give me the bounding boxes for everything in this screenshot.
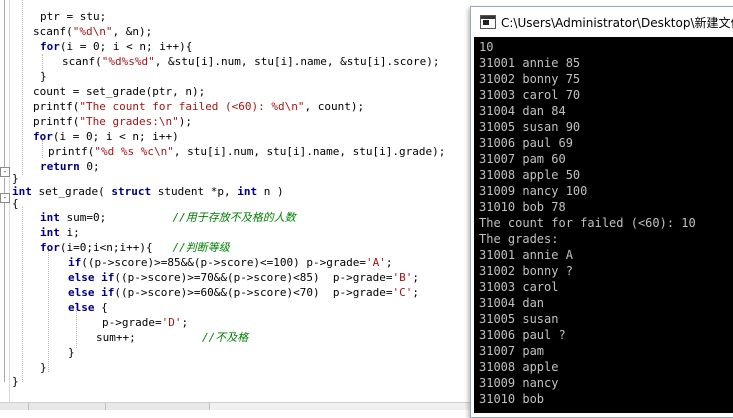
console-line: 31008 apple 50 bbox=[479, 168, 581, 182]
code-line[interactable]: for(i = 0; i < n; i++) bbox=[33, 129, 179, 144]
code-line[interactable]: { bbox=[12, 196, 19, 211]
indent-guide bbox=[22, 207, 23, 382]
fold-marker-icon[interactable]: - bbox=[0, 167, 10, 177]
code-line[interactable]: for(i = 0; i < n; i++){ bbox=[40, 39, 192, 54]
code-line[interactable]: } bbox=[40, 360, 47, 375]
code-line[interactable]: int i; bbox=[40, 225, 80, 240]
code-line[interactable]: int sum=0; //用于存放不及格的人数 bbox=[40, 210, 296, 225]
fold-marker-icon[interactable]: - bbox=[0, 193, 10, 203]
editor-gutter: - - bbox=[0, 0, 10, 402]
code-line[interactable]: printf("The grades:\n"); bbox=[33, 114, 192, 129]
console-app-icon bbox=[480, 15, 496, 29]
console-line: 31003 carol 70 bbox=[479, 88, 581, 102]
console-line: 31001 annie 85 bbox=[479, 56, 581, 70]
code-line[interactable]: printf("%d %s %c\n", stu[i].num, stu[i].… bbox=[48, 144, 445, 159]
indent-guide bbox=[22, 0, 23, 175]
console-titlebar[interactable]: C:\Users\Administrator\Desktop\新建文件 bbox=[471, 7, 733, 37]
fold-guide bbox=[4, 0, 5, 172]
editor-tab[interactable] bbox=[29, 403, 106, 410]
console-line: 31009 nancy 100 bbox=[479, 184, 588, 198]
console-line: 31010 bob 78 bbox=[479, 200, 566, 214]
editor-horizontal-scrollbar[interactable] bbox=[0, 402, 470, 410]
console-line: 31004 dan 84 bbox=[479, 104, 566, 118]
console-line: 31002 bonny ? bbox=[479, 264, 573, 278]
indent-guide bbox=[48, 250, 49, 372]
code-line[interactable]: printf("The count for failed (<60): %d\n… bbox=[33, 99, 364, 114]
code-line[interactable]: for(i=0;i<n;i++){ //判断等级 bbox=[40, 240, 230, 255]
console-line: 31008 apple bbox=[479, 360, 559, 374]
code-line[interactable]: scanf("%d\n", &n); bbox=[33, 24, 152, 39]
code-line[interactable]: scanf("%d%s%d", &stu[i].num, stu[i].name… bbox=[62, 54, 440, 69]
code-line[interactable]: else if((p->score)>=60&&(p->score)<70) p… bbox=[68, 285, 419, 300]
console-line: 31003 carol bbox=[479, 280, 559, 294]
console-line: 31007 pam 60 bbox=[479, 152, 566, 166]
console-line: The count for failed (<60): 10 bbox=[479, 216, 696, 230]
code-line[interactable]: } bbox=[68, 345, 75, 360]
code-line[interactable]: } bbox=[40, 69, 47, 84]
console-line: 31006 paul 69 bbox=[479, 136, 573, 150]
code-line[interactable]: else if((p->score)>=70&&(p->score)<85) p… bbox=[68, 270, 419, 285]
code-line[interactable]: count = set_grade(ptr, n); bbox=[33, 84, 205, 99]
console-line: 31009 nancy bbox=[479, 376, 559, 390]
code-line[interactable]: return 0; bbox=[40, 159, 100, 174]
console-line: 31006 paul ? bbox=[479, 328, 566, 342]
code-editor[interactable]: - - ptr = stu; scanf("%d\n", &n); for(i = … bbox=[0, 0, 470, 410]
console-line: The grades: bbox=[479, 232, 559, 246]
editor-tab[interactable] bbox=[0, 403, 29, 410]
console-window[interactable]: C:\Users\Administrator\Desktop\新建文件 10 31… bbox=[470, 6, 733, 418]
console-line: 31002 bonny 75 bbox=[479, 72, 581, 86]
fold-guide bbox=[4, 178, 5, 382]
code-line[interactable]: sum++; //不及格 bbox=[96, 330, 248, 345]
code-line[interactable]: } bbox=[12, 374, 19, 389]
console-line: 31004 dan bbox=[479, 296, 545, 310]
console-line: 31007 pam bbox=[479, 344, 545, 358]
console-line: 31010 bob bbox=[479, 392, 545, 406]
console-output[interactable]: 10 31001 annie 85 31002 bonny 75 31003 caro… bbox=[474, 37, 733, 413]
code-line[interactable]: else { bbox=[68, 300, 108, 315]
code-line[interactable]: ptr = stu; bbox=[40, 9, 106, 24]
code-line[interactable]: if((p->score)>=85&&(p->score)<=100) p->g… bbox=[68, 255, 393, 270]
code-line[interactable]: p->grade='D'; bbox=[102, 315, 188, 330]
console-line: 10 bbox=[479, 40, 494, 54]
editor-tab[interactable] bbox=[106, 403, 210, 410]
code-line[interactable]: int set_grade( struct student *p, int n … bbox=[12, 184, 284, 199]
console-line: 31005 susan bbox=[479, 312, 559, 326]
console-line: 31005 susan 90 bbox=[479, 120, 581, 134]
console-line: 31001 annie A bbox=[479, 248, 573, 262]
console-window-title: C:\Users\Administrator\Desktop\新建文件 bbox=[501, 16, 733, 30]
